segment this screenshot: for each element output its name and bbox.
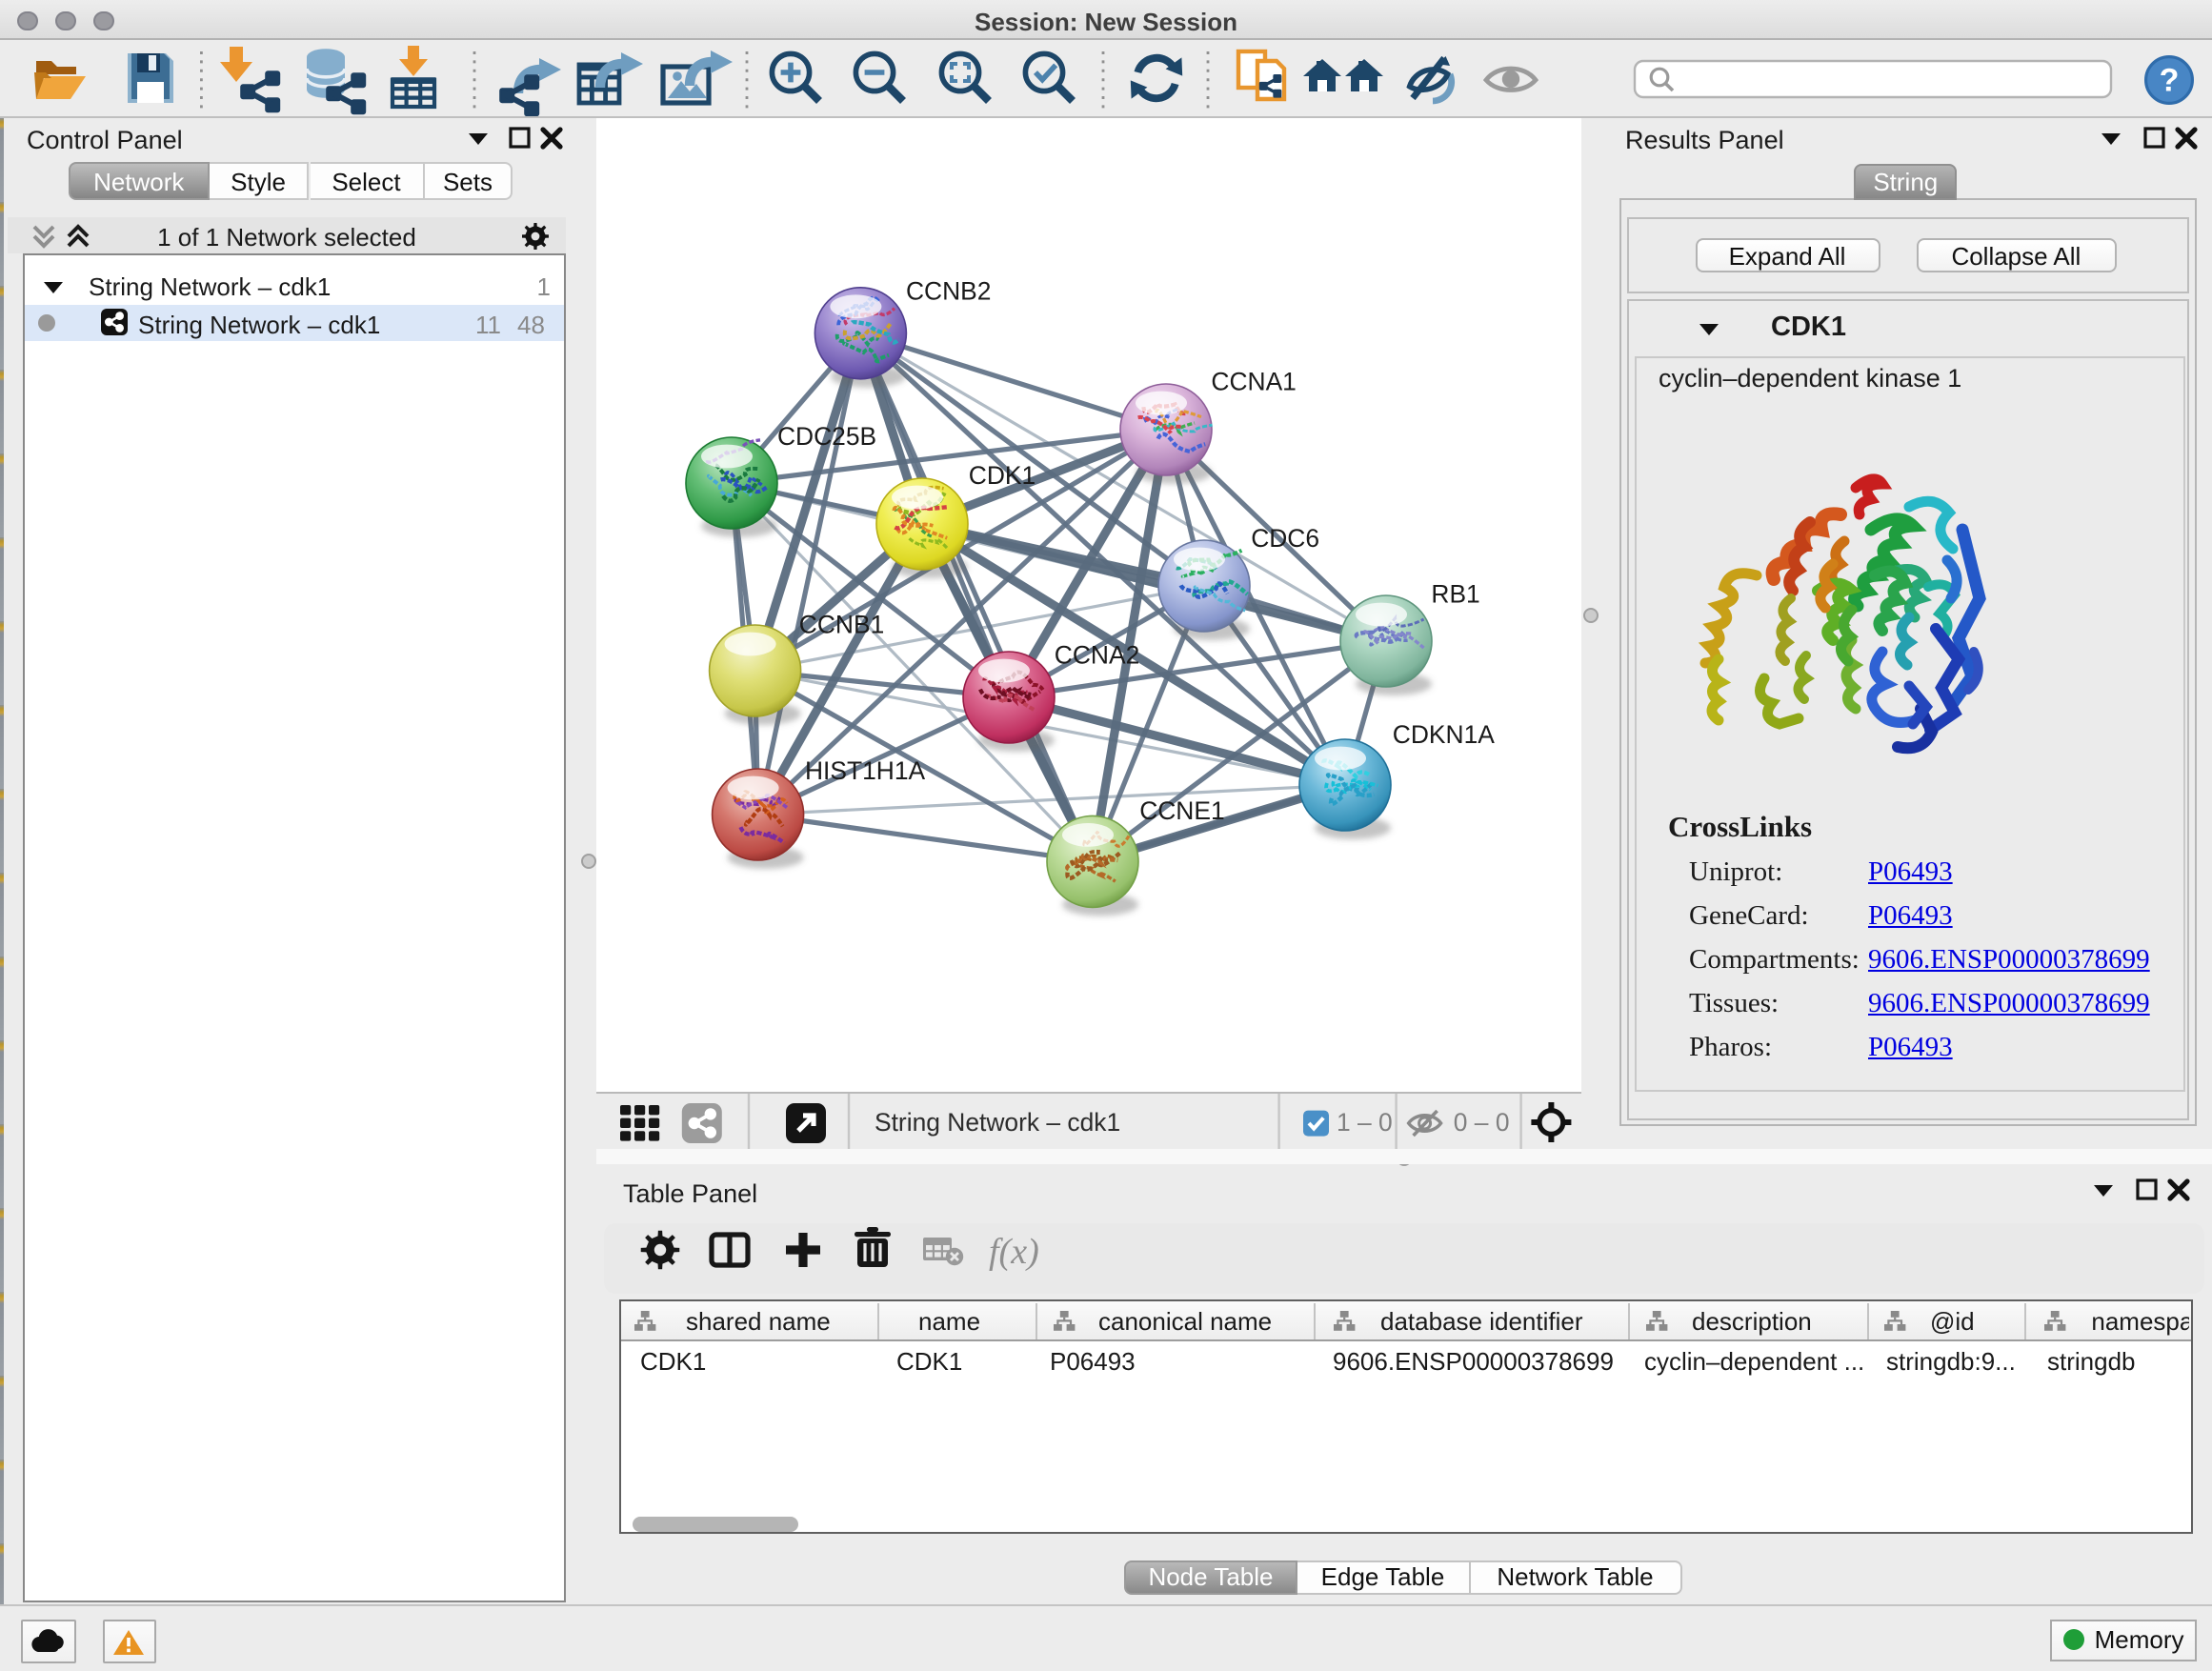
svg-text:stringdb: stringdb <box>2047 1347 2136 1376</box>
svg-text:CCNA2: CCNA2 <box>1055 641 1139 670</box>
svg-text:?: ? <box>2160 63 2180 99</box>
svg-text:@id: @id <box>1930 1307 1975 1336</box>
svg-text:CDKN1A: CDKN1A <box>1393 720 1495 749</box>
svg-text:cyclin–dependent ...: cyclin–dependent ... <box>1644 1347 1864 1376</box>
svg-text:HIST1H1A: HIST1H1A <box>805 756 926 785</box>
svg-text:namespac: namespac <box>2091 1307 2189 1336</box>
svg-text:1 – 0: 1 – 0 <box>1337 1109 1393 1137</box>
svg-text:P06493: P06493 <box>1050 1347 1136 1376</box>
svg-text:stringdb:9...: stringdb:9... <box>1886 1347 2016 1376</box>
svg-text:canonical name: canonical name <box>1098 1307 1272 1336</box>
svg-text:shared name: shared name <box>686 1307 831 1336</box>
svg-text:f(x): f(x) <box>989 1232 1039 1272</box>
svg-text:CDK1: CDK1 <box>640 1347 706 1376</box>
svg-text:CCNA1: CCNA1 <box>1211 367 1296 395</box>
svg-text:9606.ENSP00000378699: 9606.ENSP00000378699 <box>1333 1347 1614 1376</box>
svg-text:description: description <box>1692 1307 1812 1336</box>
svg-text:name: name <box>918 1307 980 1336</box>
svg-text:CDC6: CDC6 <box>1251 524 1319 553</box>
svg-text:0 – 0: 0 – 0 <box>1454 1109 1510 1137</box>
svg-text:CCNE1: CCNE1 <box>1139 796 1224 825</box>
svg-text:CCNB1: CCNB1 <box>799 610 884 638</box>
svg-text:RB1: RB1 <box>1431 579 1479 608</box>
svg-text:CDK1: CDK1 <box>969 461 1036 490</box>
svg-text:String Network – cdk1: String Network – cdk1 <box>875 1109 1120 1137</box>
svg-text:database identifier: database identifier <box>1380 1307 1583 1336</box>
svg-text:CCNB2: CCNB2 <box>906 276 991 305</box>
svg-text:CDC25B: CDC25B <box>777 422 876 451</box>
svg-text:CDK1: CDK1 <box>896 1347 962 1376</box>
